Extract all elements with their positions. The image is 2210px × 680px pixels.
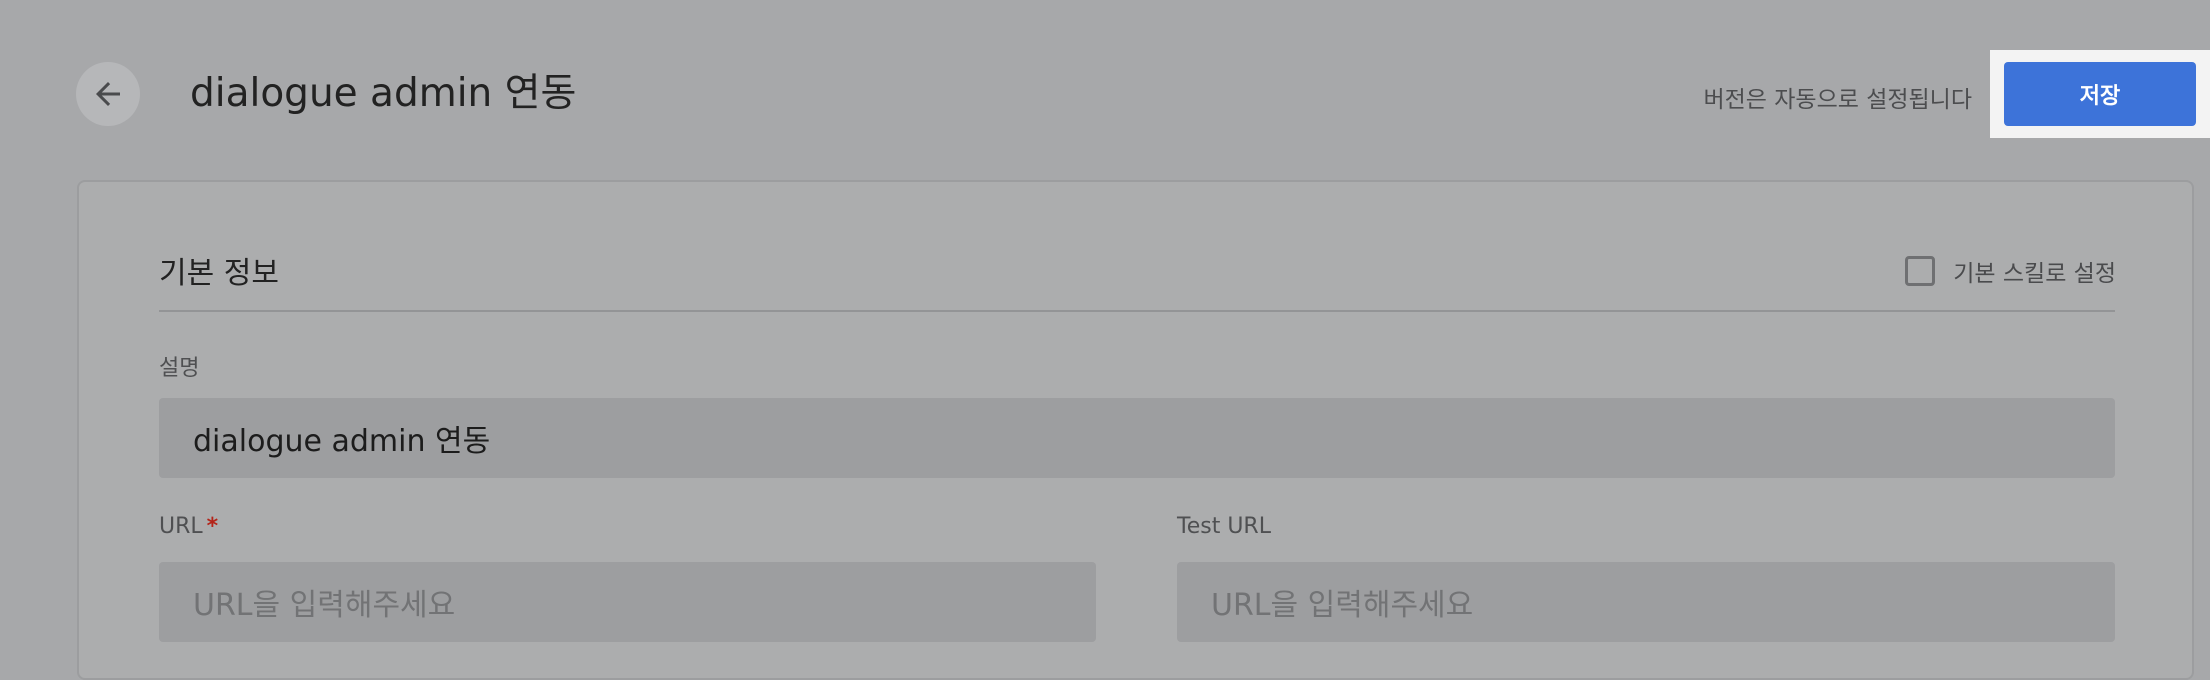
url-label-text: URL xyxy=(159,514,203,539)
save-button[interactable]: 저장 xyxy=(2004,62,2196,126)
section-title: 기본 정보 xyxy=(159,256,279,291)
default-skill-toggle[interactable]: 기본 스킬로 설정 xyxy=(1905,254,2116,288)
url-label: URL * xyxy=(159,514,218,539)
required-mark: * xyxy=(206,514,219,539)
default-skill-checkbox[interactable] xyxy=(1905,256,1936,286)
page-title: dialogue admin 연동 xyxy=(190,71,577,116)
url-input[interactable]: URL을 입력해주세요 xyxy=(159,562,1096,642)
test-url-label: Test URL xyxy=(1177,514,1271,539)
section-divider xyxy=(159,310,2115,312)
description-label: 설명 xyxy=(159,356,200,381)
default-skill-label: 기본 스킬로 설정 xyxy=(1953,261,2116,287)
test-url-input[interactable]: URL을 입력해주세요 xyxy=(1177,562,2115,642)
version-note: 버전은 자동으로 설정됩니다 xyxy=(1703,87,1972,113)
arrow-left-icon xyxy=(96,82,120,106)
basic-info-card: 기본 정보 기본 스킬로 설정 설명 dialogue admin 연동 URL… xyxy=(77,180,2194,680)
back-button[interactable] xyxy=(76,62,140,126)
description-input[interactable]: dialogue admin 연동 xyxy=(159,398,2115,478)
page-header: dialogue admin 연동 버전은 자동으로 설정됩니다 저장 xyxy=(0,0,2210,180)
